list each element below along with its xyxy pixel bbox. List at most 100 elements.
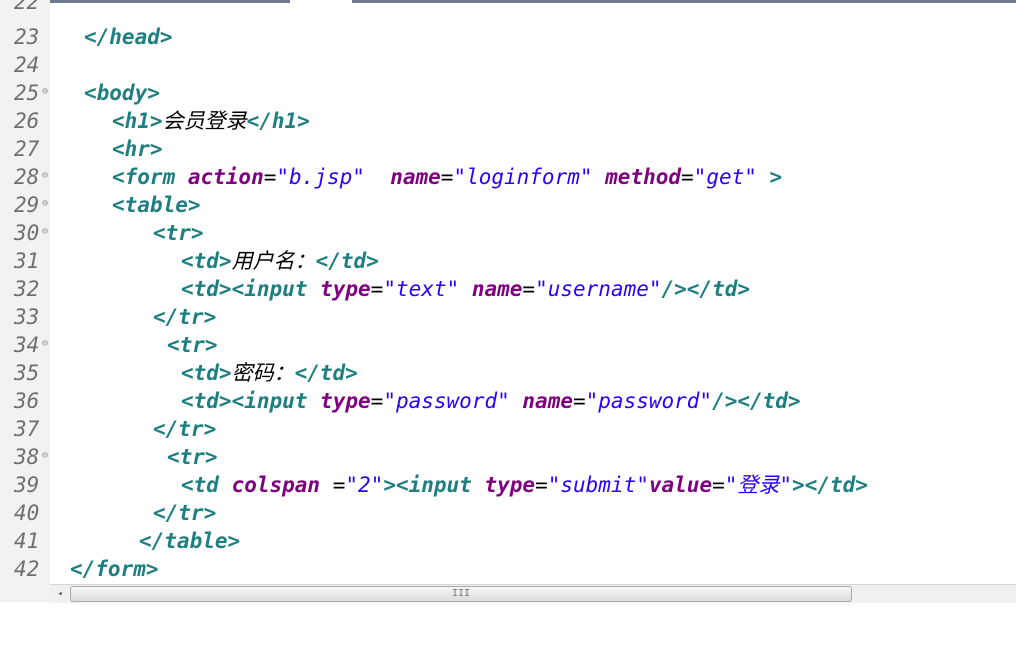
equals: =: [370, 277, 384, 301]
gutter-footer: [0, 584, 50, 602]
line-number: 26: [14, 109, 40, 133]
code-line: 39 <td colspan ="2"><input type="submit"…: [0, 471, 1016, 499]
tr-close-tag: </tr>: [153, 501, 217, 525]
attribute-name: name: [471, 277, 523, 301]
code-line: 30 ⊖ <tr>: [0, 219, 1016, 247]
password-label-text: 密码：: [231, 361, 295, 385]
hr-tag: <hr>: [112, 137, 163, 161]
code-line: 24: [0, 51, 1016, 79]
code-line: 40 </tr>: [0, 499, 1016, 527]
code-line: 37 </tr>: [0, 415, 1016, 443]
scrollbar-thumb[interactable]: III: [70, 586, 852, 602]
td-open-tag: <td: [181, 473, 232, 497]
code-line: 31 <td>用户名：</td>: [0, 247, 1016, 275]
code-line: 26 <h1>会员登录</h1>: [0, 107, 1016, 135]
attribute-name: type: [320, 277, 371, 301]
td-close-tag: </td>: [315, 249, 379, 273]
tr-open-tag: <tr>: [167, 445, 218, 469]
fold-toggle-icon[interactable]: ⊖: [42, 339, 50, 349]
fold-toggle-icon[interactable]: ⊖: [42, 451, 50, 461]
line-number: 33: [14, 305, 40, 329]
tr-open-tag: <tr>: [153, 221, 204, 245]
attribute-value: "password": [585, 389, 713, 413]
attribute-name: type: [484, 473, 536, 497]
equals: =: [370, 389, 384, 413]
closing-tag: </head>: [84, 25, 173, 49]
code-line: 36 <td><input type="password" name="pass…: [0, 387, 1016, 415]
line-number: 40: [14, 501, 40, 525]
attribute-value: "登录": [724, 473, 793, 497]
code-line: 34 ⊖ <tr>: [0, 331, 1016, 359]
equals: =: [535, 473, 548, 497]
table-open-tag: <table>: [112, 193, 201, 217]
line-number: 37: [14, 417, 40, 441]
code-line: 33 </tr>: [0, 303, 1016, 331]
form-close-tag: </form>: [70, 557, 159, 581]
td-open-tag: <td>: [181, 249, 232, 273]
attribute-value: "2": [345, 473, 384, 497]
fold-toggle-icon[interactable]: ⊖: [42, 227, 50, 237]
line-number: 32: [14, 277, 40, 301]
attribute-value: "text": [383, 277, 460, 301]
attribute-value: "b.jsp": [276, 165, 365, 189]
line-number: 24: [14, 53, 40, 77]
h1-close-tag: </h1>: [246, 109, 310, 133]
line-number: 35: [14, 361, 40, 385]
equals: =: [263, 165, 277, 189]
line-number: 30: [14, 221, 40, 245]
line-number: 31: [14, 249, 40, 273]
fold-toggle-icon[interactable]: ⊖: [42, 199, 50, 209]
code-line: 38 ⊖ <tr>: [0, 443, 1016, 471]
tag-close-bracket: >: [769, 165, 783, 189]
horizontal-scrollbar[interactable]: ◂ III: [50, 584, 1016, 603]
td-open-tag: <td>: [181, 361, 232, 385]
fold-toggle-icon[interactable]: ⊖: [42, 87, 50, 97]
form-open-tag: <form: [112, 165, 188, 189]
tr-close-tag: </tr>: [153, 305, 217, 329]
line-number: 38: [14, 445, 40, 469]
code-line: 42 </form>: [0, 555, 1016, 583]
line-number: 29: [14, 193, 40, 217]
scrollbar-grip-icon: III: [451, 588, 471, 599]
equals: =: [681, 165, 694, 189]
line-number: 34: [14, 333, 40, 357]
attribute-name: name: [522, 389, 573, 413]
code-line: 32 <td><input type="text" name="username…: [0, 275, 1016, 303]
code-editor[interactable]: 22 23 </head> 24 25 ⊖ <body> 26 <h1>会员登录…: [0, 0, 1016, 584]
attribute-name: type: [320, 389, 371, 413]
input-open-tag: ><input: [383, 473, 485, 497]
equals: =: [522, 277, 536, 301]
attribute-value: "username": [535, 277, 662, 301]
line-number: 28: [14, 165, 40, 189]
tag-close: /></td>: [661, 277, 751, 301]
input-open-tag: <td><input: [181, 389, 321, 413]
code-line: 41 </table>: [0, 527, 1016, 555]
code-line: 22: [0, 0, 1016, 16]
tr-close-tag: </tr>: [153, 417, 217, 441]
table-close-tag: </table>: [139, 529, 241, 553]
equals: =: [712, 473, 725, 497]
username-label-text: 用户名：: [231, 249, 316, 273]
td-close-tag: </td>: [294, 361, 358, 385]
input-open-tag: <td><input: [181, 277, 321, 301]
line-number: 42: [14, 557, 40, 581]
fold-toggle-icon[interactable]: ⊖: [42, 171, 50, 181]
attribute-name: colspan: [231, 473, 321, 497]
equals: =: [320, 473, 346, 497]
line-number: 25: [14, 81, 40, 105]
attribute-name: method: [605, 165, 682, 189]
attribute-value: "loginform": [453, 165, 593, 189]
h1-open-tag: <h1>: [112, 109, 163, 133]
heading-text: 会员登录: [162, 109, 247, 133]
code-line: 27 <hr>: [0, 135, 1016, 163]
attribute-value: "submit": [547, 473, 649, 497]
equals: =: [440, 165, 454, 189]
attribute-name: value: [648, 473, 713, 497]
scroll-left-arrow-icon[interactable]: ◂: [52, 587, 68, 601]
code-line: 28 ⊖ <form action="b.jsp" name="loginfor…: [0, 163, 1016, 191]
code-line: 25 ⊖ <body>: [0, 79, 1016, 107]
attribute-value: "password": [383, 389, 510, 413]
line-number: 39: [14, 473, 40, 497]
tag-close: /></td>: [712, 389, 801, 413]
code-line: 29 ⊖ <table>: [0, 191, 1016, 219]
